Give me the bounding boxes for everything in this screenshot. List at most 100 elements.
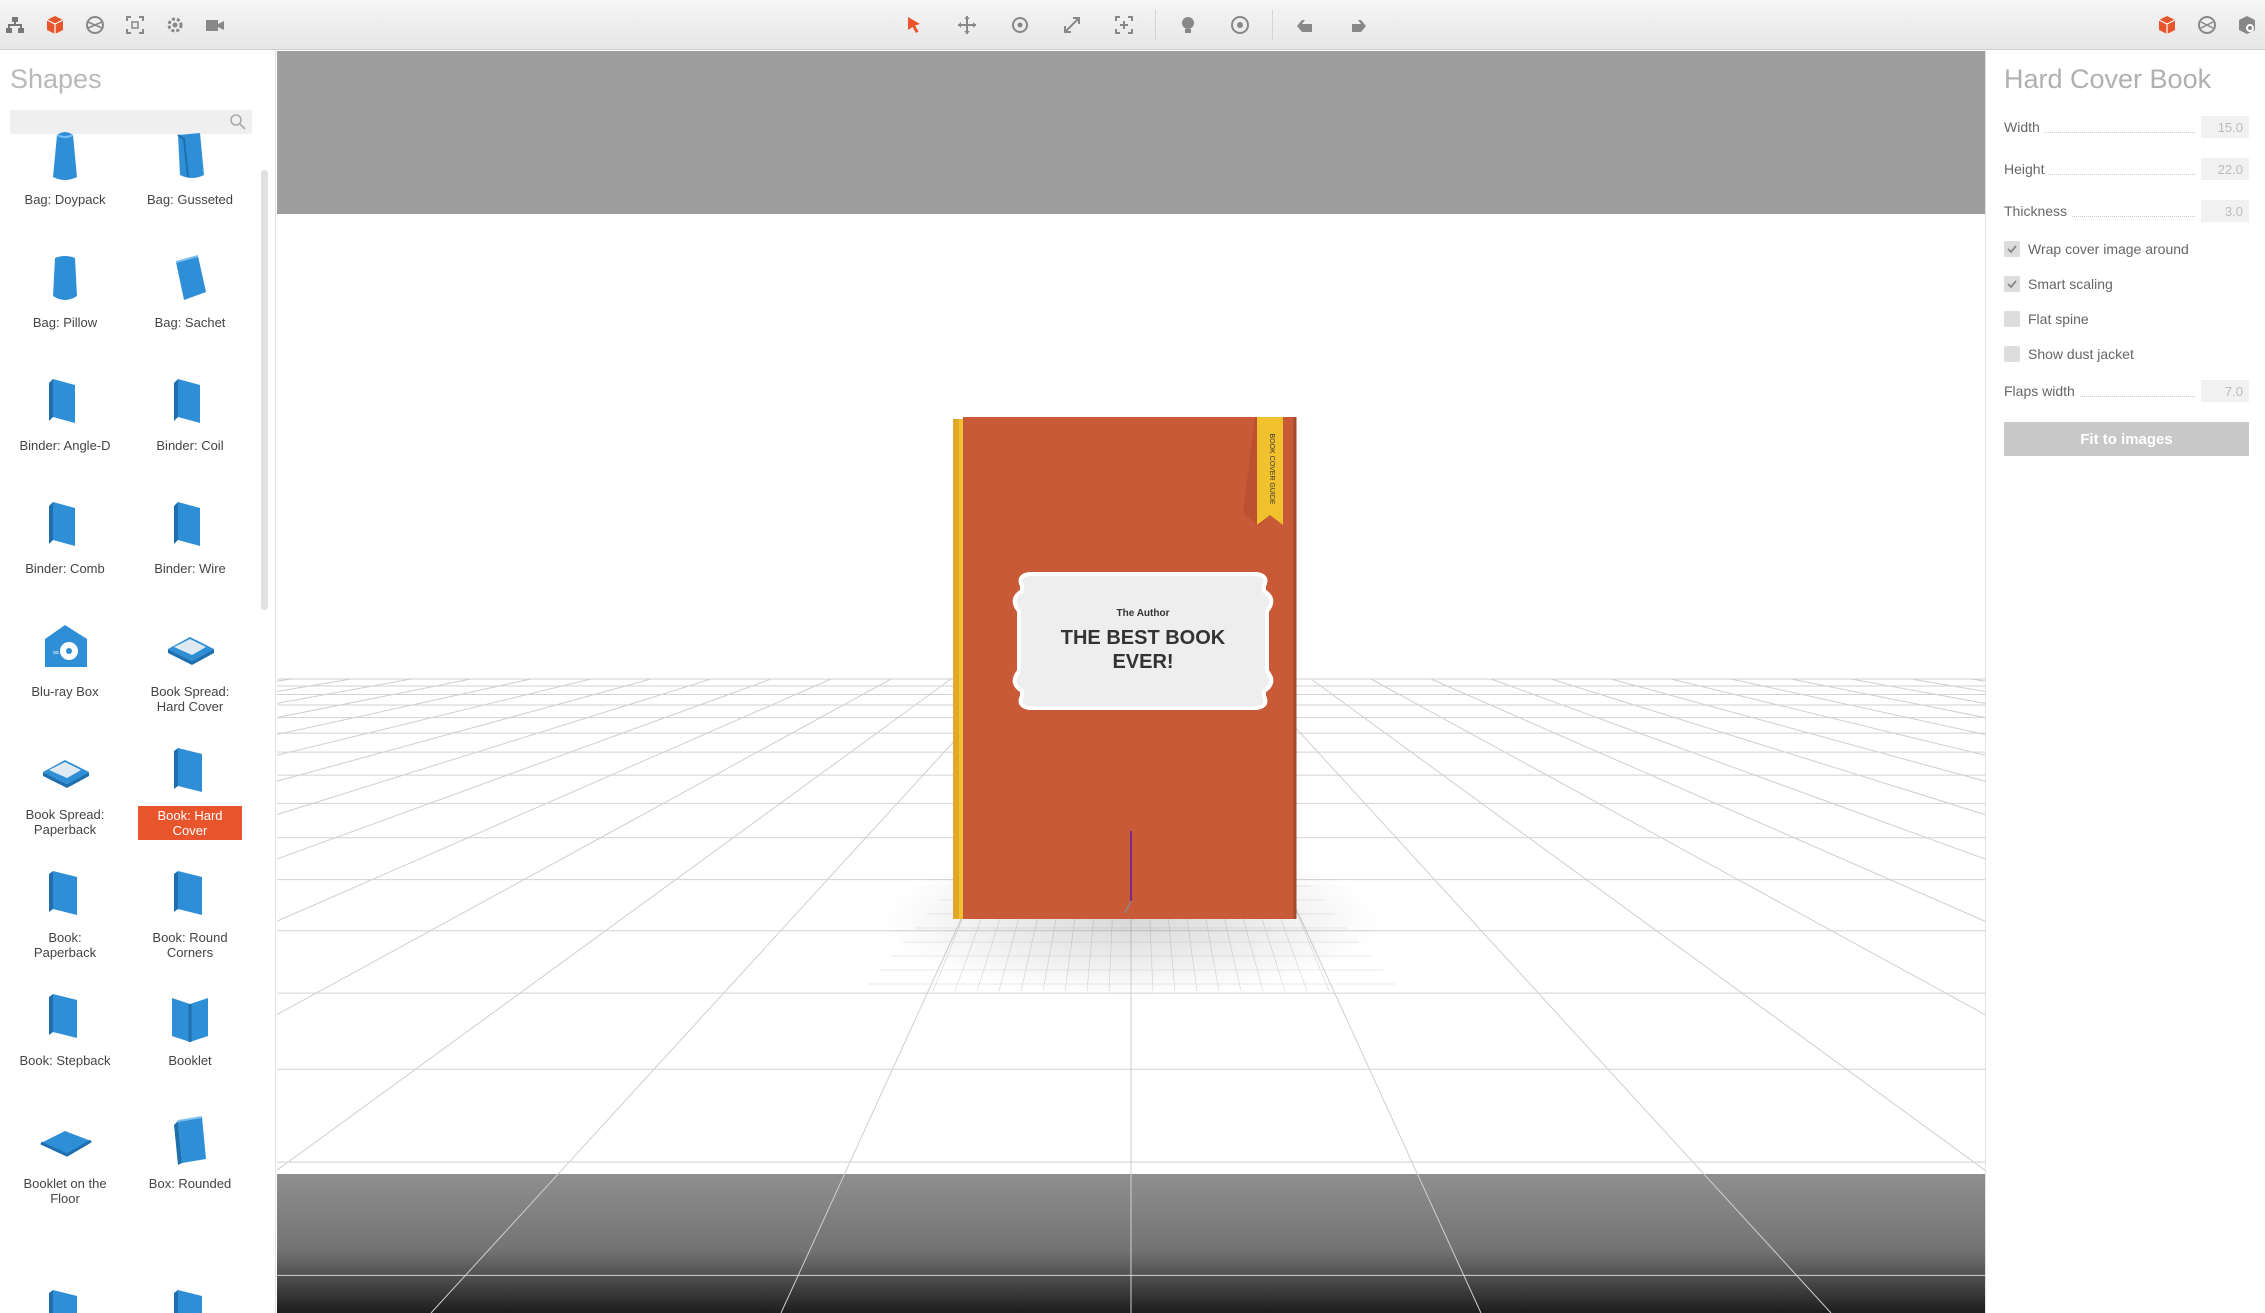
shape-item-label: Book: Paperback (33, 930, 97, 960)
booklet-floor-icon (40, 1131, 92, 1157)
ribbon-text: BOOK COVER GUIDE (1268, 433, 1275, 505)
shape-item[interactable]: Box: Rounded (130, 1109, 250, 1193)
shape-item-label: Booklet (168, 1053, 212, 1068)
flaps-width-input[interactable] (2201, 380, 2249, 402)
sidebar-title: Shapes (10, 64, 102, 94)
shape-item-label: Binder: Coil (156, 438, 224, 453)
book-icon (174, 748, 202, 792)
move-icon[interactable] (952, 10, 982, 40)
shape-item[interactable]: Book Spread: Hard Cover (130, 617, 250, 716)
shape-item[interactable]: Book: Stepback (5, 986, 125, 1070)
camera-icon[interactable] (200, 10, 230, 40)
undo-icon[interactable] (1290, 10, 1320, 40)
shape-item[interactable]: Binder: Coil (130, 371, 250, 455)
shapes-sidebar: Shapes Bag: Doypack Bag: Gusseted Bag: Pil… (0, 50, 276, 1313)
gusseted-bag-icon (177, 133, 204, 178)
cube-icon[interactable] (40, 10, 70, 40)
height-input[interactable] (2201, 158, 2249, 180)
shape-item[interactable]: Bag: Doypack (5, 125, 125, 209)
shape-item[interactable]: Binder: Wire (130, 494, 250, 578)
width-input[interactable] (2201, 116, 2249, 138)
shape-item[interactable]: Bag: Sachet (130, 248, 250, 332)
shape-item[interactable]: Bag: Gusseted (130, 125, 250, 209)
hierarchy-icon[interactable] (0, 10, 30, 40)
fit-view-icon[interactable] (1109, 10, 1139, 40)
smart-scaling-checkbox[interactable] (2004, 276, 2020, 292)
shape-item-label: Bag: Sachet (154, 315, 226, 330)
shape-item-label: Binder: Angle-D (19, 438, 111, 453)
height-label: Height (2004, 161, 2049, 177)
hard-cover-book[interactable]: BOOK COVER GUIDE The Author THE BEST BOO… (953, 417, 1297, 919)
scale-icon[interactable] (1057, 10, 1087, 40)
help-icon[interactable] (1225, 10, 1255, 40)
shape-item[interactable]: Binder: Comb (5, 494, 125, 578)
book-icon (174, 1290, 202, 1313)
thickness-row: Thickness (2004, 200, 2249, 224)
select-arrow-icon[interactable] (899, 10, 929, 40)
book-edge (953, 419, 959, 919)
dust-jacket-label: Show dust jacket (2028, 346, 2134, 362)
shape-item-label: Book: Round Corners (152, 930, 228, 960)
checkmark-icon (2007, 280, 2017, 289)
shape-item[interactable]: Book: Paperback (5, 863, 125, 962)
binder-icon (174, 502, 200, 546)
smart-scaling-checkbox-row[interactable]: Smart scaling (2004, 274, 2113, 294)
svg-text:∞: ∞ (53, 648, 59, 657)
shape-item-label: Booklet on the Floor (23, 1176, 107, 1206)
shape-item-partial[interactable] (5, 1282, 125, 1313)
shape-item[interactable]: Booklet on the Floor (5, 1109, 125, 1208)
book-spread-icon (43, 760, 89, 788)
shape-item-label: Blu-ray Box (31, 684, 99, 699)
doypack-icon (53, 132, 77, 180)
wrap-cover-checkbox[interactable] (2004, 241, 2020, 257)
shape-item[interactable]: Book Spread: Paperback (5, 740, 125, 839)
binder-icon (49, 379, 75, 423)
dust-jacket-checkbox-row[interactable]: Show dust jacket (2004, 344, 2134, 364)
shape-item[interactable]: Book: Round Corners (130, 863, 250, 962)
dust-jacket-checkbox[interactable] (2004, 346, 2020, 362)
shape-item-label: Bag: Pillow (32, 315, 98, 330)
shape-item-label: Binder: Comb (25, 561, 105, 576)
shape-item-label: Book Spread: Paperback (25, 807, 105, 837)
share-icon[interactable] (2232, 10, 2262, 40)
cover-title: THE BEST BOOK EVER! (1060, 627, 1226, 673)
shape-item[interactable]: Booklet (130, 986, 250, 1070)
export-cube-icon[interactable] (2152, 10, 2182, 40)
scene-canvas[interactable]: BOOK COVER GUIDE The Author THE BEST BOO… (277, 51, 1985, 1313)
redo-icon[interactable] (1342, 10, 1372, 40)
shape-item[interactable]: ∞ Blu-ray Box (5, 617, 125, 701)
flaps-width-label: Flaps width (2004, 383, 2079, 399)
frame-icon[interactable] (120, 10, 150, 40)
properties-title: Hard Cover Book (2004, 64, 2212, 94)
booklet-icon (172, 998, 208, 1042)
thickness-input[interactable] (2201, 200, 2249, 222)
wrap-cover-label: Wrap cover image around (2028, 241, 2189, 257)
flat-spine-checkbox-row[interactable]: Flat spine (2004, 309, 2089, 329)
shape-item[interactable]: Bag: Pillow (5, 248, 125, 332)
shape-item-label: Box: Rounded (148, 1176, 232, 1191)
rotate-icon[interactable] (1005, 10, 1035, 40)
pillow-bag-icon (53, 256, 77, 300)
light-icon[interactable] (1173, 10, 1203, 40)
bluray-icon: ∞ (45, 625, 87, 667)
flat-spine-checkbox[interactable] (2004, 311, 2020, 327)
shape-item-partial[interactable] (130, 1282, 250, 1313)
toolbar-divider (1272, 10, 1273, 40)
gear-icon[interactable] (160, 10, 190, 40)
cover-title-box: THE BEST BOOK EVER! (1060, 627, 1226, 673)
properties-panel: Hard Cover Book Width Height Thickness W… (1985, 50, 2265, 1313)
cover-author: The Author (1117, 608, 1170, 619)
shape-item-label: Book: Hard Cover (138, 806, 242, 840)
book-icon (49, 871, 77, 915)
wrap-cover-checkbox-row[interactable]: Wrap cover image around (2004, 239, 2189, 259)
sidebar-scrollbar[interactable] (261, 170, 268, 610)
flat-spine-label: Flat spine (2028, 311, 2089, 327)
shape-item[interactable]: Binder: Angle-D (5, 371, 125, 455)
box-icon (174, 1116, 206, 1165)
shape-item[interactable]: Book: Hard Cover (130, 740, 250, 840)
book-icon (49, 1290, 77, 1313)
fit-to-images-button[interactable]: Fit to images (2004, 422, 2249, 456)
materials-icon[interactable] (80, 10, 110, 40)
render-icon[interactable] (2192, 10, 2222, 40)
3d-viewport[interactable]: BOOK COVER GUIDE The Author THE BEST BOO… (277, 51, 1985, 1313)
